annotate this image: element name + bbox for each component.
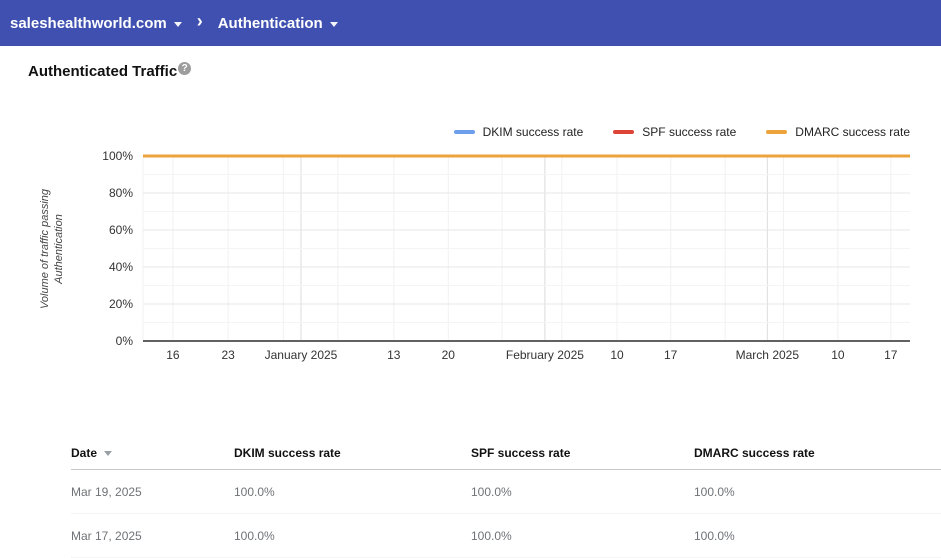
legend-item: DKIM success rate xyxy=(453,125,584,139)
x-axis-tick-label: 13 xyxy=(387,348,401,362)
x-axis-tick-label: 10 xyxy=(610,348,624,362)
domain-selector[interactable]: saleshealthworld.com xyxy=(10,15,182,32)
table-cell: Mar 17, 2025 xyxy=(71,528,142,543)
table-row: Mar 17, 2025 100.0% 100.0% 100.0% xyxy=(71,514,941,558)
help-icon[interactable]: ? xyxy=(178,62,192,75)
legend-item: SPF success rate xyxy=(613,125,736,139)
table-cell: 100.0% xyxy=(471,528,512,543)
x-axis-tick-label: March 2025 xyxy=(735,348,800,362)
table-cell: 100.0% xyxy=(694,484,735,499)
y-axis-tick-label: 40% xyxy=(108,260,133,274)
y-axis-tick-label: 80% xyxy=(108,186,133,200)
legend-label: DMARC success rate xyxy=(795,125,910,139)
page-title-text: Authenticated Traffic xyxy=(28,63,178,80)
column-header-spf-success-rate: SPF success rate xyxy=(471,446,694,460)
column-header-dkim-success-rate: DKIM success rate xyxy=(234,446,471,460)
chart-legend: DKIM success rate SPF success rate DMARC s… xyxy=(453,125,910,139)
column-header-label: DMARC success rate xyxy=(694,446,815,460)
chevron-down-icon xyxy=(173,21,182,27)
x-axis-ticks: 16 23 January 2025 13 20 February 2025 10 17 Mar… xyxy=(143,348,910,364)
breadcrumb-chevron-icon: › xyxy=(196,11,203,31)
table-header-row: Date DKIM success rate SPF success rate DMA… xyxy=(71,437,941,470)
x-axis-tick-label: 16 xyxy=(166,348,180,362)
top-navigation-bar: saleshealthworld.com › Authentication xyxy=(0,0,941,46)
legend-swatch xyxy=(453,130,475,134)
domain-selector-label: saleshealthworld.com xyxy=(10,14,167,32)
x-axis-tick-label: 23 xyxy=(221,348,235,362)
chart-plot-area xyxy=(142,154,910,342)
chevron-down-icon xyxy=(329,21,338,27)
y-axis-tick-label: 100% xyxy=(102,149,133,163)
column-header-dmarc-success-rate: DMARC success rate xyxy=(694,446,941,460)
column-header-label: DKIM success rate xyxy=(234,446,341,460)
y-axis-tick-label: 20% xyxy=(108,297,133,311)
legend-swatch xyxy=(766,130,788,134)
line-chart xyxy=(142,154,910,342)
page-title: Authenticated Traffic? xyxy=(28,62,192,80)
section-selector-label: Authentication xyxy=(217,14,323,32)
table-cell: Mar 19, 2025 xyxy=(71,484,142,499)
table-row: Mar 19, 2025 100.0% 100.0% 100.0% xyxy=(71,470,941,514)
y-axis-tick-label: 0% xyxy=(115,334,133,348)
legend-label: DKIM success rate xyxy=(482,125,584,139)
legend-item: DMARC success rate xyxy=(766,125,910,139)
x-axis-tick-label: 17 xyxy=(664,348,678,362)
x-axis-tick-label: January 2025 xyxy=(264,348,338,362)
column-header-date[interactable]: Date xyxy=(71,446,234,460)
table-cell: 100.0% xyxy=(234,484,275,499)
sort-descending-icon xyxy=(104,450,113,456)
legend-swatch xyxy=(613,130,635,134)
column-header-label: SPF success rate xyxy=(471,446,571,460)
legend-label: SPF success rate xyxy=(642,125,737,139)
x-axis-tick-label: February 2025 xyxy=(505,348,584,362)
y-axis-ticks: 0% 20% 40% 60% 80% 100% xyxy=(60,149,133,348)
x-axis-tick-label: 10 xyxy=(831,348,845,362)
table-body: Mar 19, 2025 100.0% 100.0% 100.0% Mar 17, 20… xyxy=(71,470,941,558)
x-axis-tick-label: 20 xyxy=(441,348,455,362)
y-axis-tick-label: 60% xyxy=(108,223,133,237)
table-cell: 100.0% xyxy=(234,528,275,543)
table-cell: 100.0% xyxy=(471,484,512,499)
table-cell: 100.0% xyxy=(694,528,735,543)
x-axis-tick-label: 17 xyxy=(884,348,898,362)
data-table: Date DKIM success rate SPF success rate DMA… xyxy=(71,437,941,558)
section-selector[interactable]: Authentication xyxy=(218,15,338,32)
column-header-label: Date xyxy=(71,446,98,460)
